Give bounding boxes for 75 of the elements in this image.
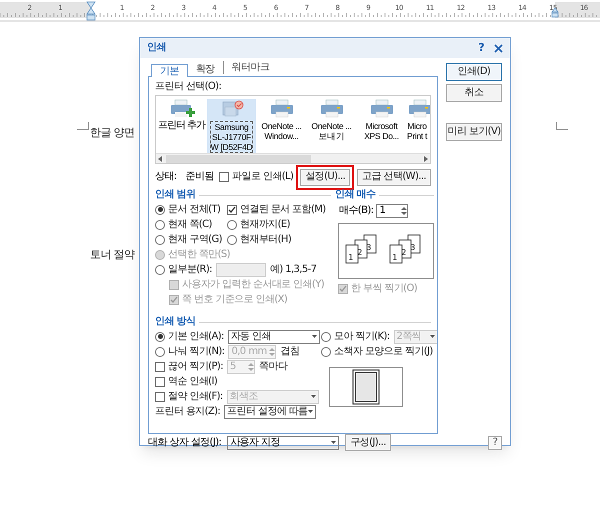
printer-item[interactable]: Samsung SL-J1770F W [D52F4D bbox=[207, 99, 256, 153]
status-value: 준비됨 bbox=[186, 171, 214, 183]
settings-button[interactable]: 설정(U)... bbox=[300, 168, 350, 186]
field-label: 매수(B): bbox=[339, 205, 374, 217]
printer-name: Micro Print t bbox=[407, 121, 428, 141]
checkbox[interactable]: 연결된 문서 포함(M) bbox=[227, 204, 326, 216]
section-title: 인쇄 매수 bbox=[335, 189, 376, 201]
printer-add-icon bbox=[168, 99, 194, 119]
document-text: 토너 절약 bbox=[90, 249, 134, 261]
label-text: 겹침 bbox=[280, 346, 300, 358]
checkbox[interactable]: 역순 인쇄(I) bbox=[155, 376, 218, 388]
help-button[interactable]: ? bbox=[488, 436, 502, 450]
radio-button[interactable]: 현재부터(H) bbox=[227, 234, 292, 246]
caret-icon bbox=[430, 335, 435, 338]
printer-item[interactable]: Microsoft XPS Do... bbox=[357, 99, 406, 153]
section-title: 인쇄 방식 bbox=[155, 316, 196, 328]
radio-button[interactable]: 일부분(R): bbox=[155, 264, 212, 276]
radio-button[interactable]: 나눠 찍기(N): bbox=[155, 346, 224, 358]
scroll-left-icon[interactable] bbox=[158, 156, 162, 162]
dialog-button[interactable]: 취소 bbox=[446, 84, 502, 102]
radio-button[interactable]: 현재 구역(G) bbox=[155, 234, 222, 246]
checkbox[interactable]: 절약 인쇄(F): bbox=[155, 390, 223, 402]
status-label: 상태: bbox=[155, 171, 177, 183]
caret-icon bbox=[308, 410, 314, 413]
printer-item[interactable]: OneNote ... 보내기 bbox=[307, 99, 356, 153]
help-button[interactable]: ? bbox=[478, 42, 484, 54]
check-icon bbox=[339, 285, 347, 293]
scrollbar[interactable] bbox=[156, 153, 430, 163]
dropdown[interactable]: 사용자 지정 bbox=[227, 436, 340, 450]
radio-button[interactable]: 모아 찍기(K): bbox=[321, 330, 390, 342]
checkbox[interactable]: 파일로 인쇄(L) bbox=[219, 171, 294, 183]
radio-button[interactable]: 기본 인쇄(A): bbox=[155, 330, 224, 342]
dialog-button[interactable]: 인쇄(D) bbox=[446, 63, 502, 81]
label-text: 예) 1,3,5-7 bbox=[270, 264, 316, 276]
printer-name: OneNote ... 보내기 bbox=[311, 121, 352, 141]
field-label: 대화 상자 설정(J): bbox=[148, 436, 222, 448]
caret-icon bbox=[310, 395, 316, 398]
check-icon bbox=[228, 206, 236, 214]
caret-icon bbox=[331, 441, 336, 444]
printer-name: OneNote ... Window... bbox=[261, 121, 302, 141]
window-title: 인쇄 bbox=[147, 42, 166, 54]
label-text: 프린터 용지(Z): bbox=[155, 406, 220, 418]
dialog-button[interactable]: 미리 보기(V) bbox=[446, 123, 502, 141]
scroll-right-icon[interactable] bbox=[424, 156, 428, 162]
configure-button[interactable]: 구성(J)... bbox=[345, 434, 391, 451]
checkbox[interactable]: 끊어 찍기(P): bbox=[155, 360, 223, 372]
advanced-button[interactable]: 고급 선택(W)... bbox=[357, 168, 431, 186]
tab[interactable]: 기본 bbox=[151, 64, 188, 77]
document-text: 한글 양면 bbox=[90, 127, 134, 139]
scroll-thumb[interactable] bbox=[166, 154, 311, 162]
printer-icon bbox=[368, 99, 394, 119]
printer-name: 프린터 추가 bbox=[158, 121, 205, 131]
printer-name: Microsoft XPS Do... bbox=[364, 121, 399, 141]
close-icon[interactable] bbox=[494, 44, 503, 52]
printer-item[interactable]: OneNote ... Window... bbox=[257, 99, 306, 153]
field-label: 프린터 선택(O): bbox=[155, 81, 222, 93]
radio-button[interactable]: 현재까지(E) bbox=[227, 218, 290, 230]
indent-marker-icon[interactable] bbox=[86, 2, 96, 20]
radio-button[interactable]: 소책자 모양으로 찍기(J) bbox=[321, 346, 433, 358]
printer-item[interactable]: Micro Print t bbox=[407, 99, 430, 153]
dropdown[interactable]: 프린터 설정에 따름 bbox=[224, 404, 316, 418]
section-title: 인쇄 범위 bbox=[155, 189, 196, 201]
tab[interactable]: 워터마크 bbox=[222, 61, 278, 74]
radio-button[interactable]: 현재 쪽(C) bbox=[155, 218, 212, 230]
check-icon bbox=[170, 296, 178, 304]
caret-icon bbox=[312, 335, 317, 338]
radio-button[interactable]: 문서 전체(T) bbox=[155, 204, 220, 216]
dropdown[interactable]: 자동 인쇄 bbox=[228, 330, 320, 344]
spin-arrows-icon[interactable] bbox=[401, 206, 408, 216]
printer-icon bbox=[268, 99, 294, 119]
copies-field[interactable]: 1 bbox=[376, 204, 408, 218]
printer-icon bbox=[318, 99, 344, 119]
printer-item[interactable]: 프린터 추가 bbox=[157, 99, 206, 153]
label-text: 쪽마다 bbox=[258, 360, 288, 372]
tab[interactable]: 확장 bbox=[188, 63, 223, 76]
